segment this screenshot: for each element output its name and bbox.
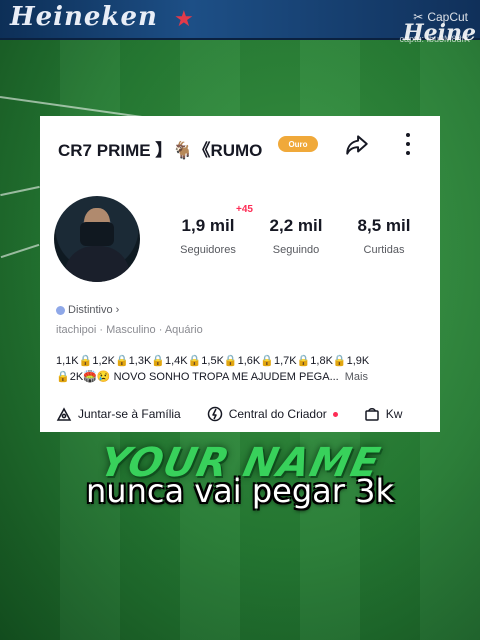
bio-more-link[interactable]: Mais — [345, 371, 368, 383]
stat-following[interactable]: 2,2 mil Seguindo — [252, 216, 340, 256]
distintivo-link[interactable]: Distintivo › — [56, 304, 119, 316]
notification-dot — [332, 411, 338, 417]
video-caption: nunca vai pegar 3k — [86, 472, 394, 510]
action-label: Juntar-se à Família — [78, 407, 181, 421]
stat-followers[interactable]: 1,9 mil Seguidores — [164, 216, 252, 256]
notification-badge: +45 — [236, 204, 253, 215]
stat-likes[interactable]: 8,5 mil Curtidas — [340, 216, 428, 256]
stat-value: 1,9 mil — [181, 216, 235, 235]
creator-icon — [207, 406, 222, 422]
watermark-sub: captu: Ibu3M8dfK — [399, 34, 470, 44]
stat-label: Seguindo — [272, 244, 320, 256]
profile-meta: itachipoi · Masculino · Aquário — [56, 324, 203, 336]
capcut-logo-icon: ✂ — [413, 10, 424, 24]
gold-badge[interactable]: Ouro — [278, 136, 318, 152]
shop-button[interactable]: Kw — [364, 406, 403, 422]
creator-center-button[interactable]: Central do Criador — [207, 406, 338, 422]
stat-label: Seguidores — [180, 244, 236, 256]
profile-card: CR7 PRIME 】🐐《RUMO Ouro +45 1,9 mil Segui… — [40, 116, 440, 432]
profile-name: CR7 PRIME 】🐐《RUMO — [58, 141, 263, 160]
profile-header: CR7 PRIME 】🐐《RUMO Ouro — [40, 116, 440, 172]
stat-value: 2,2 mil — [269, 216, 323, 235]
action-label: Central do Criador — [228, 407, 327, 421]
distintivo-label: Distintivo › — [68, 304, 120, 316]
profile-stats: 1,9 mil Seguidores 2,2 mil Seguindo 8,5 … — [164, 216, 428, 256]
star-icon: ★ — [174, 6, 194, 31]
stat-label: Curtidas — [363, 244, 405, 256]
profile-actions: Juntar-se à Família Central do Criador K… — [56, 406, 428, 422]
capcut-watermark: ✂ CapCut — [413, 10, 468, 24]
share-icon[interactable] — [344, 132, 370, 158]
distintivo-icon — [56, 305, 65, 315]
action-label: Kw — [385, 407, 403, 421]
stat-value: 8,5 mil — [357, 216, 411, 235]
join-family-button[interactable]: Juntar-se à Família — [56, 406, 181, 422]
bio-line-1: 1,1K🔒1,2K🔒1,3K🔒1,4K🔒1,5K🔒1,6K🔒1,7K🔒1,8K🔒… — [56, 355, 370, 367]
banner-brand-text: Heineken — [10, 2, 158, 32]
avatar[interactable] — [54, 196, 140, 282]
bio-line-2: 🔒2K🏟️😢 NOVO SONHO TROPA ME AJUDEM PEGA..… — [56, 370, 368, 383]
bio-text: 🔒2K🏟️😢 NOVO SONHO TROPA ME AJUDEM PEGA..… — [56, 371, 339, 383]
family-icon — [56, 407, 72, 421]
more-options-icon[interactable] — [404, 133, 412, 159]
pitch-line — [0, 243, 40, 259]
watermark-text: CapCut — [427, 10, 468, 24]
pitch-line — [0, 185, 40, 197]
shop-bag-icon — [365, 408, 379, 421]
